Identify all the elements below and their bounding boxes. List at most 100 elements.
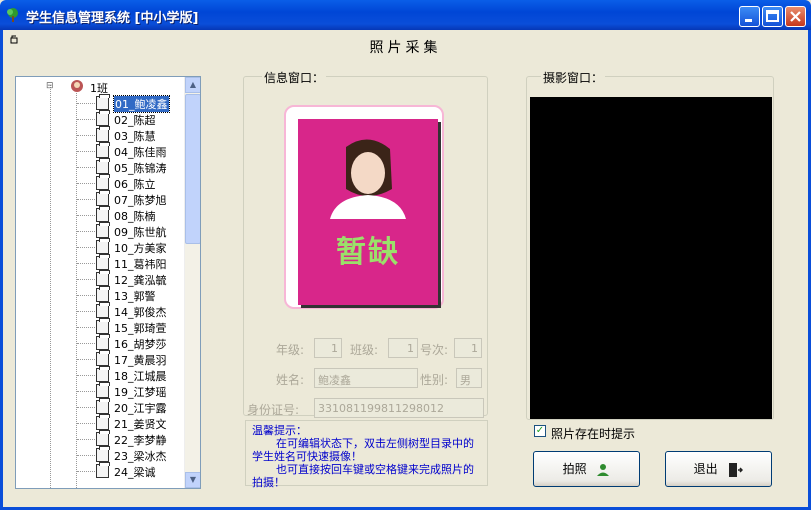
tree-item-label: 11_葛祎阳	[114, 258, 167, 271]
tip-title: 温馨提示：	[252, 424, 307, 437]
minimize-icon	[745, 19, 752, 22]
prompt-checkbox-label[interactable]: 照片存在时提示	[551, 425, 635, 442]
scroll-up-button[interactable]: ▲	[185, 77, 200, 93]
exit-button[interactable]: 退出	[665, 451, 772, 487]
tree-branch-line	[77, 263, 95, 264]
tree-item-label: 22_李梦静	[114, 434, 167, 447]
student-record-icon	[96, 430, 110, 446]
tree-icon	[7, 8, 18, 22]
tree-item-student[interactable]: 17_黄晨羽	[16, 350, 186, 367]
student-record-icon	[96, 270, 110, 286]
student-record-icon	[96, 158, 110, 174]
maximize-button[interactable]	[762, 6, 783, 27]
student-record-icon	[96, 350, 110, 366]
scroll-down-button[interactable]: ▼	[185, 472, 200, 488]
tree-item-label: 09_陈世航	[114, 226, 167, 239]
tree-item-student[interactable]: 10_方美家	[16, 238, 186, 255]
gender-label: 性别:	[420, 373, 449, 387]
class-label: 班级:	[350, 343, 379, 357]
tree-item-student[interactable]: 23_梁冰杰	[16, 446, 186, 463]
tree-branch-line	[77, 343, 95, 344]
student-record-icon	[96, 446, 110, 462]
maximize-icon	[766, 10, 779, 22]
tree-item-student[interactable]: 05_陈锦涛	[16, 158, 186, 175]
grade-label: 年级:	[276, 343, 305, 357]
class-icon	[71, 80, 83, 92]
student-record-icon	[96, 190, 110, 206]
tree-item-student[interactable]: 14_郭俊杰	[16, 302, 186, 319]
tree-branch-line	[77, 215, 95, 216]
tree-item-student[interactable]: 22_李梦静	[16, 430, 186, 447]
collapse-icon[interactable]: ⊟	[46, 81, 54, 91]
tip-box: 温馨提示： 在可编辑状态下，双击左侧树型目录中的学生姓名可快速摄像！ 也可直接按…	[245, 420, 488, 489]
student-record-icon	[96, 174, 110, 190]
tree-item-student[interactable]: 03_陈慧	[16, 126, 186, 143]
tree-item-student[interactable]: 04_陈佳雨	[16, 142, 186, 159]
tree-item-student[interactable]: 07_陈梦旭	[16, 190, 186, 207]
tree-item-label: 15_郭琦萱	[114, 322, 167, 335]
capture-button-label: 拍照	[562, 462, 587, 476]
student-record-icon	[96, 414, 110, 430]
tree-root-node[interactable]: ⊟ 1班	[16, 79, 186, 95]
tree-branch-line	[77, 247, 95, 248]
tree-branch-line	[77, 231, 95, 232]
tree-item-student[interactable]: 18_江城晨	[16, 366, 186, 383]
tree-item-student[interactable]: 12_龚泓毓	[16, 270, 186, 287]
student-record-icon	[96, 302, 110, 318]
tree-item-student[interactable]: 06_陈立	[16, 174, 186, 191]
student-record-icon	[96, 254, 110, 270]
tree-item-label: 12_龚泓毓	[114, 274, 167, 287]
tree-item-student[interactable]: 08_陈楠	[16, 206, 186, 223]
minimize-button[interactable]	[739, 6, 760, 27]
title-bar[interactable]: 学生信息管理系统 [中小学版]	[0, 0, 811, 30]
page-title: 照片采集	[369, 40, 442, 56]
name-field[interactable]: 鲍凌鑫	[314, 368, 418, 388]
info-panel-label: 信息窗口：	[262, 69, 327, 86]
grade-field[interactable]: 1	[314, 338, 342, 358]
tree-item-student[interactable]: 11_葛祎阳	[16, 254, 186, 271]
tree-item-student[interactable]: 13_郭警	[16, 286, 186, 303]
tree-item-student[interactable]: 01_鲍凌鑫	[16, 94, 186, 113]
tree-scrollbar[interactable]: ▲ ▼	[184, 77, 200, 488]
tree-item-student[interactable]: 09_陈世航	[16, 222, 186, 239]
tree-item-label: 07_陈梦旭	[114, 194, 167, 207]
tree-branch-line	[77, 391, 95, 392]
exit-button-label: 退出	[693, 462, 718, 476]
student-record-icon	[96, 126, 110, 142]
tree-item-student[interactable]: 19_江梦瑶	[16, 382, 186, 399]
name-label: 姓名:	[276, 373, 305, 387]
scroll-thumb[interactable]	[185, 94, 200, 244]
student-tree[interactable]: ⊟ 1班 01_鲍凌鑫 02_陈超 03_陈慧 04_陈佳雨 05_陈锦涛 06_陈立 07…	[15, 76, 201, 489]
tree-item-student[interactable]: 21_姜贤文	[16, 414, 186, 431]
tree-item-label: 04_陈佳雨	[114, 146, 167, 159]
close-button[interactable]	[785, 6, 806, 27]
prompt-checkbox[interactable]: ✓	[534, 425, 546, 437]
tree-branch-line	[77, 423, 95, 424]
tree-branch-line	[77, 199, 95, 200]
student-record-icon	[96, 222, 110, 238]
person-icon	[597, 463, 610, 476]
tip-line-2: 也可直接按回车键或空格键来完成照片的拍摄！	[252, 463, 474, 489]
student-record-icon	[96, 462, 110, 478]
tree-item-student[interactable]: 16_胡梦莎	[16, 334, 186, 351]
tree-branch-line	[77, 103, 95, 104]
tree-item-student[interactable]: 02_陈超	[16, 110, 186, 127]
id-field[interactable]: 331081199811298012	[314, 398, 484, 418]
student-record-icon	[96, 206, 110, 222]
student-record-icon	[96, 286, 110, 302]
tree-branch-line	[77, 359, 95, 360]
number-field[interactable]: 1	[454, 338, 482, 358]
class-field[interactable]: 1	[388, 338, 418, 358]
tree-branch-line	[77, 119, 95, 120]
capture-button[interactable]: 拍照	[533, 451, 640, 487]
tree-branch-line	[77, 279, 95, 280]
tree-item-label: 06_陈立	[114, 178, 156, 191]
tree-item-student[interactable]: 20_江宇露	[16, 398, 186, 415]
student-record-icon	[96, 382, 110, 398]
tree-item-student[interactable]: 15_郭琦萱	[16, 318, 186, 335]
gender-field[interactable]: 男	[456, 368, 482, 388]
tree-item-label: 05_陈锦涛	[114, 162, 167, 175]
tree-item-label: 10_方美家	[114, 242, 167, 255]
client-area: 照片采集 ⊟ 1班 01_鲍凌鑫 02_陈超 03_陈慧 04_陈佳雨 05_陈锦涛 06…	[3, 30, 808, 507]
tree-item-student[interactable]: 24_梁诚	[16, 462, 186, 479]
